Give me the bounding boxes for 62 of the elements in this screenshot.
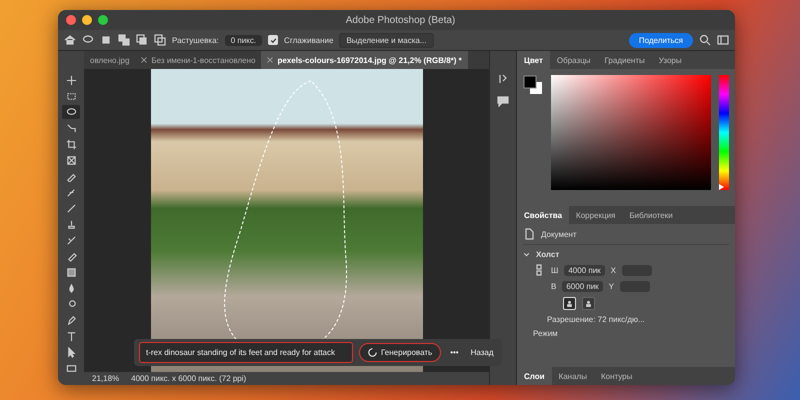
antialias-label: Сглаживание — [284, 36, 334, 44]
landscape-button[interactable] — [582, 297, 595, 310]
document-size: 4000 пикс. x 6000 пикс. (72 ppi) — [131, 374, 246, 383]
refresh-icon — [368, 348, 377, 357]
document-label: Документ — [541, 230, 576, 238]
document-tab[interactable]: pexels-colours-16972014.jpg @ 21,2% (RGB/8*) * — [261, 51, 468, 69]
panel-tab[interactable]: Слои — [517, 367, 552, 385]
subtract-selection-icon — [136, 34, 148, 46]
antialias-checkbox[interactable] — [268, 35, 278, 45]
zoom-level: 21,18% — [92, 374, 120, 383]
feather-field[interactable]: 0 пикс. — [224, 34, 262, 46]
panel-tab[interactable]: Градиенты — [598, 51, 652, 69]
x-field[interactable] — [622, 264, 652, 276]
y-label: Y — [608, 282, 614, 291]
height-label: В — [551, 282, 556, 291]
panel-tab[interactable]: Образцы — [550, 51, 598, 69]
person-icon — [585, 300, 592, 307]
new-selection-icon — [100, 34, 112, 46]
intersect-selection-icon — [154, 34, 166, 46]
prompt-field[interactable]: t-rex dinosaur standing of its feet and ready for attack — [139, 342, 353, 363]
person-icon — [566, 300, 573, 307]
width-label: Ш — [551, 266, 558, 274]
section-title: Холст — [536, 250, 560, 259]
mode-label: Режим — [533, 329, 558, 338]
color-swatches-icon — [523, 75, 543, 95]
resolution-text: Разрешение: 72 пикс/дю... — [547, 315, 645, 324]
panel-tab[interactable]: Библиотеки — [622, 206, 680, 224]
minimize-button[interactable] — [82, 15, 92, 25]
close-button[interactable] — [66, 15, 76, 25]
share-button[interactable]: Поделиться — [628, 32, 693, 48]
home-icon — [64, 34, 76, 46]
panel-tab[interactable]: Свойства — [517, 206, 570, 224]
zoom-button[interactable] — [98, 15, 108, 25]
panel-tab[interactable]: Узоры — [652, 51, 689, 69]
lasso-icon[interactable] — [62, 105, 80, 119]
portrait-button[interactable] — [563, 297, 576, 310]
generate-button[interactable]: Генерировать — [359, 343, 442, 362]
hue-slider[interactable] — [719, 75, 729, 190]
document-icon — [523, 228, 535, 240]
feather-label: Растушевка: — [172, 36, 219, 44]
panel-tab[interactable]: Коррекция — [569, 206, 622, 224]
back-button[interactable]: Назад — [468, 346, 497, 359]
panel-tab[interactable]: Цвет — [517, 51, 550, 69]
slider-thumb[interactable] — [719, 184, 724, 190]
add-selection-icon — [118, 34, 130, 46]
close-icon[interactable] — [141, 57, 148, 63]
search-icon — [699, 34, 711, 46]
color-field[interactable] — [551, 75, 711, 190]
close-icon[interactable] — [267, 57, 274, 63]
caret-icon[interactable] — [523, 251, 530, 258]
comment-icon — [497, 95, 509, 107]
select-mask-button[interactable]: Выделение и маска... — [339, 32, 434, 48]
x-label: X — [610, 266, 616, 274]
history-icon — [497, 73, 509, 85]
workspace-icon — [717, 34, 729, 46]
y-field[interactable] — [620, 281, 650, 292]
more-button[interactable]: ••• — [447, 346, 462, 359]
height-field[interactable]: 6000 пик — [562, 281, 603, 292]
panel-tab[interactable]: Контуры — [594, 367, 640, 385]
panel-tab[interactable]: Каналы — [552, 367, 594, 385]
window-title: Adobe Photoshop (Beta) — [344, 14, 456, 26]
width-field[interactable]: 4000 пик — [564, 264, 605, 276]
